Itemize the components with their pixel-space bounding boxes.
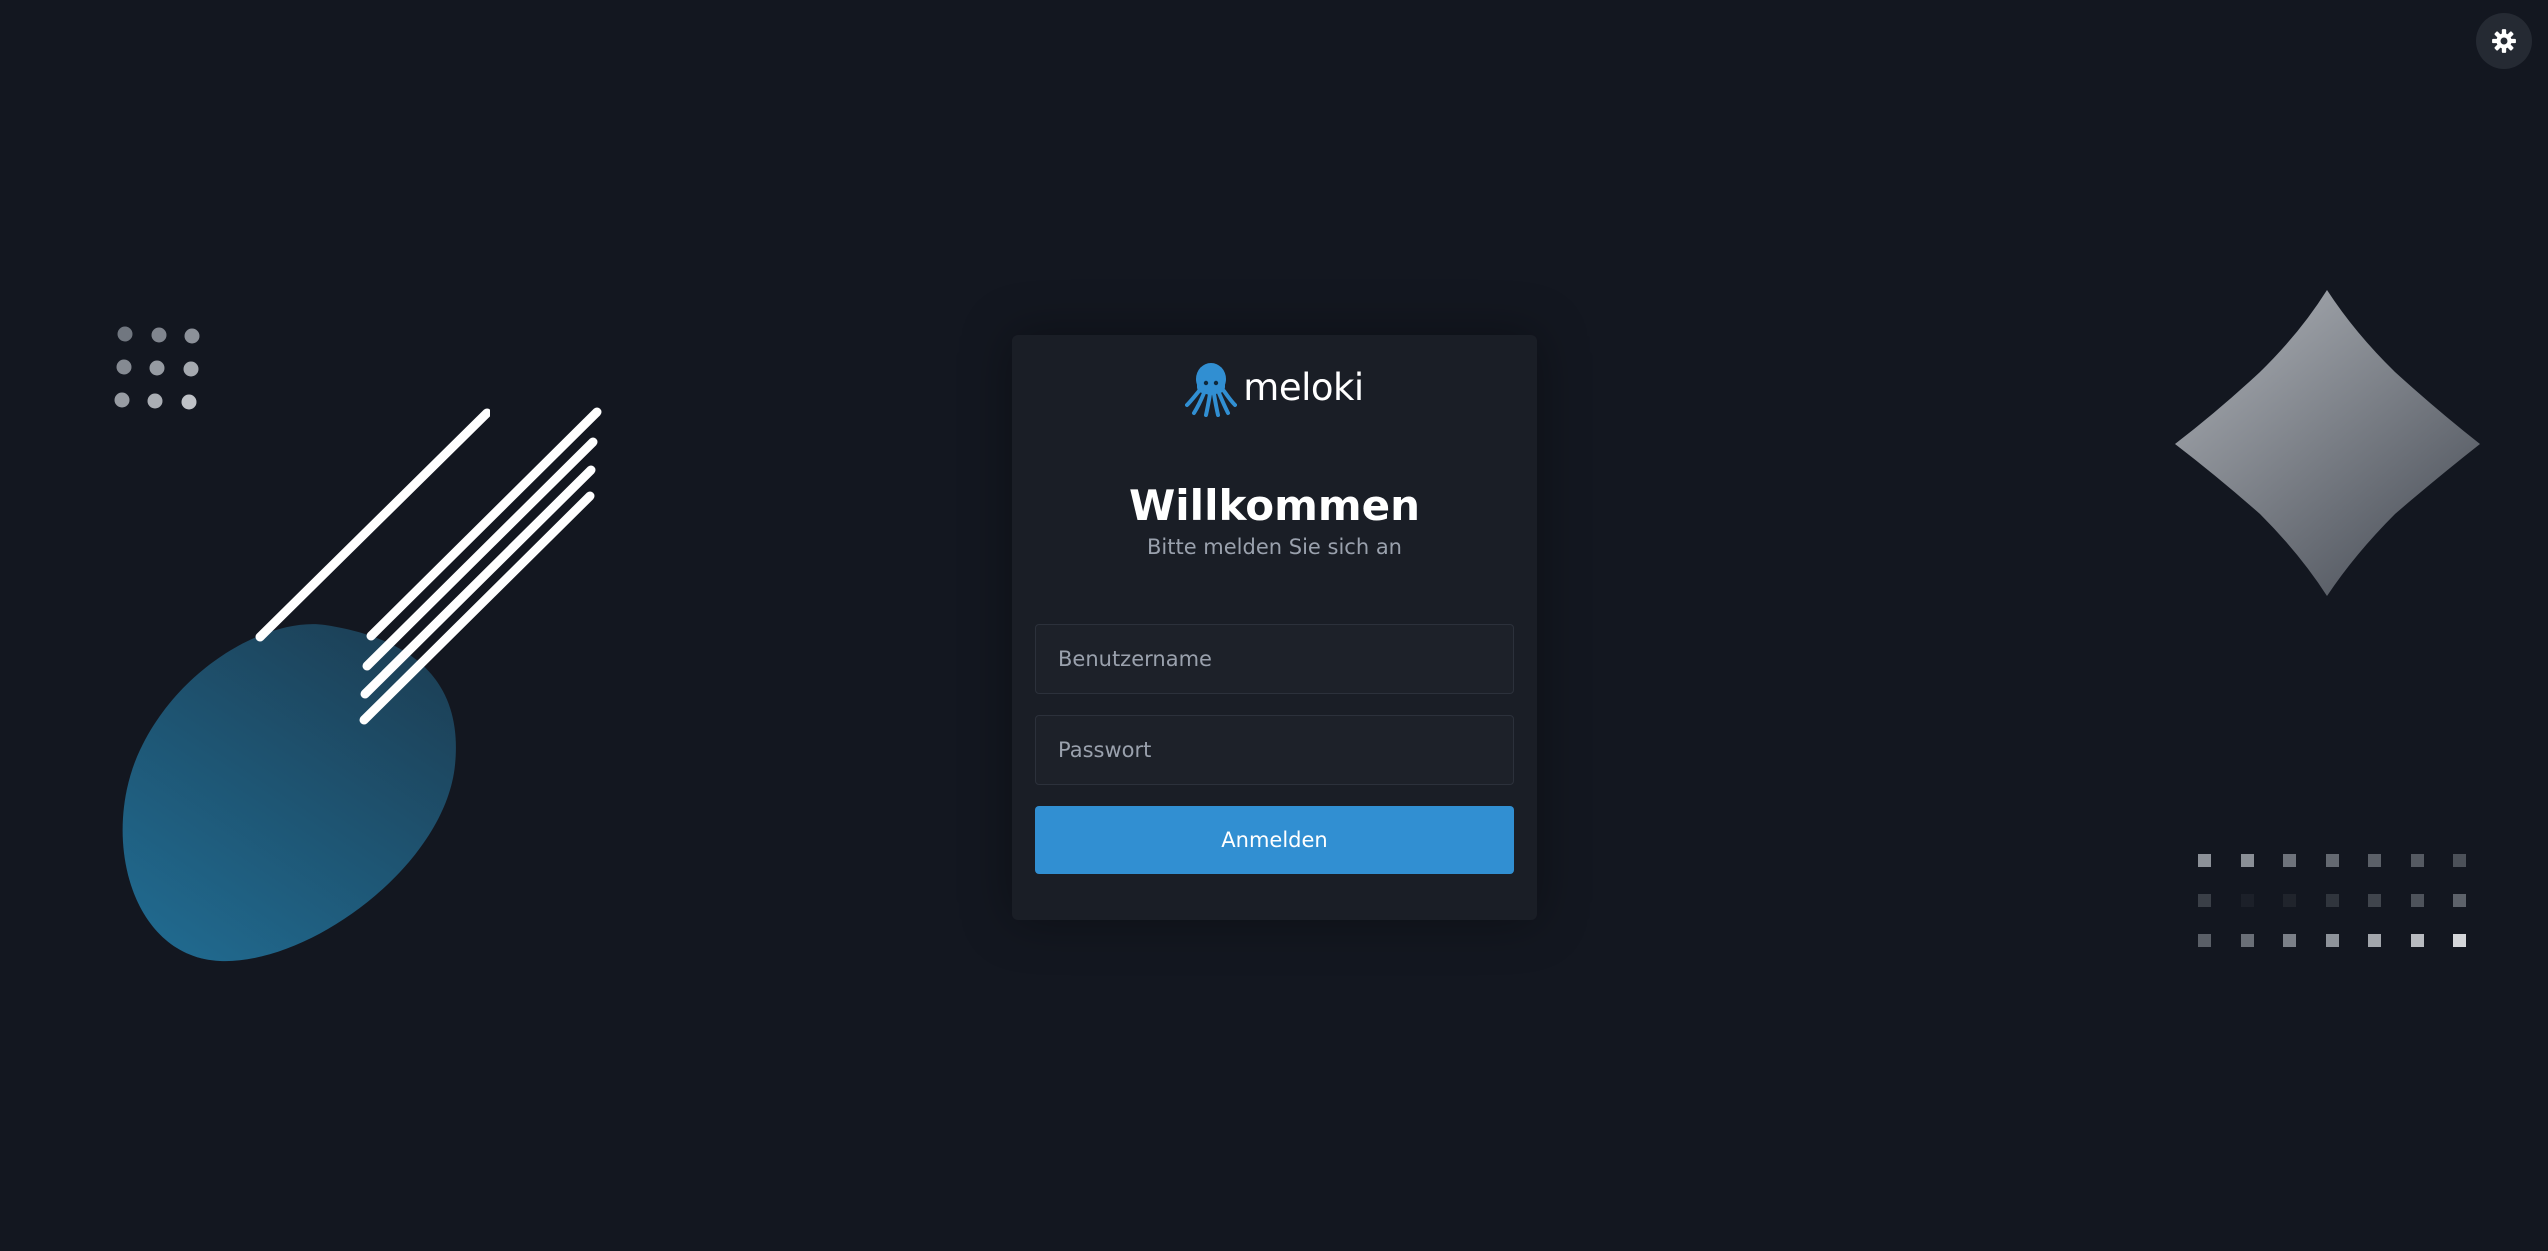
- login-page: meloki Willkommen Bitte melden Sie sich …: [0, 0, 2548, 1251]
- password-field[interactable]: [1035, 715, 1514, 785]
- square-grid-decoration: [2198, 854, 2466, 947]
- username-field[interactable]: [1035, 624, 1514, 694]
- theme-toggle-button[interactable]: [2476, 13, 2532, 69]
- gear-icon: [2492, 29, 2516, 53]
- brand-name: meloki: [1243, 365, 1364, 409]
- diagonal-lines-decoration: [359, 407, 602, 725]
- page-subtitle: Bitte melden Sie sich an: [1147, 535, 1402, 559]
- diamond-decoration: [2175, 290, 2480, 596]
- octopus-icon: [1185, 363, 1238, 417]
- login-button[interactable]: Anmelden: [1035, 806, 1514, 874]
- login-card: meloki Willkommen Bitte melden Sie sich …: [1012, 335, 1537, 920]
- brand-logo: meloki: [1012, 361, 1537, 417]
- page-title: Willkommen: [1128, 481, 1421, 530]
